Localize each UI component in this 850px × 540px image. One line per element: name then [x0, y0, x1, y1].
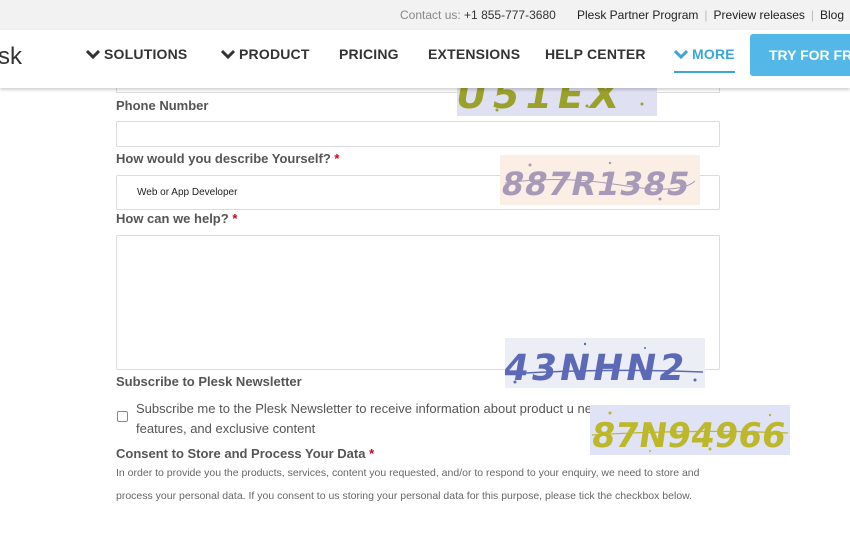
top-links: Plesk Partner Program | Preview releases | B…	[577, 8, 850, 22]
blog-link[interactable]: Blog	[820, 8, 844, 22]
consent-label: Consent to Store and Process Your Data *	[116, 446, 374, 461]
required-mark: *	[369, 446, 375, 461]
nav-solutions-label: SOLUTIONS	[104, 46, 188, 62]
captcha-image-4: 87N94966	[590, 405, 790, 455]
active-underline	[674, 71, 735, 73]
captcha-image-3: 43NHN2	[505, 338, 705, 388]
chevron-down-icon	[86, 49, 100, 59]
describe-yourself-label: How would you describe Yourself? *	[116, 151, 339, 166]
how-can-we-help-text: How can we help?	[116, 211, 229, 226]
required-mark: *	[334, 151, 340, 166]
contact-info: Contact us: +1 855-777-3680	[400, 8, 556, 22]
newsletter-label: Subscribe to Plesk Newsletter	[116, 374, 302, 389]
divider: |	[810, 8, 815, 22]
consent-label-text: Consent to Store and Process Your Data	[116, 446, 366, 461]
nav-help-center[interactable]: HELP CENTER	[545, 46, 646, 62]
how-can-we-help-label: How can we help? *	[116, 211, 237, 226]
phone-number-input[interactable]	[116, 121, 720, 147]
partner-program-link[interactable]: Plesk Partner Program	[577, 8, 698, 22]
newsletter-checkbox[interactable]	[117, 411, 128, 422]
plesk-logo[interactable]: sk	[0, 43, 22, 71]
newsletter-checkbox-text: Subscribe me to the Plesk Newsletter to …	[136, 401, 602, 436]
top-utility-bar: Contact us: +1 855-777-3680 Plesk Partne…	[0, 0, 850, 30]
nav-product-label: PRODUCT	[239, 46, 310, 62]
nav-extensions[interactable]: EXTENSIONS	[428, 46, 520, 62]
nav-pricing[interactable]: PRICING	[339, 46, 399, 62]
describe-yourself-value: Web or App Developer	[137, 187, 238, 198]
svg-text:887R1385: 887R1385	[500, 165, 694, 203]
main-navigation: sk SOLUTIONS PRODUCT PRICING EXTENSIONS …	[0, 30, 850, 88]
consent-description: In order to provide you the products, se…	[116, 467, 700, 502]
nav-product[interactable]: PRODUCT	[221, 46, 310, 62]
divider: |	[704, 8, 708, 22]
svg-text:87N94966: 87N94966	[590, 416, 788, 455]
nav-more[interactable]: MORE	[674, 46, 735, 73]
describe-yourself-text: How would you describe Yourself?	[116, 151, 331, 166]
contact-label: Contact us:	[400, 8, 461, 22]
try-for-free-button[interactable]: TRY FOR FRE	[750, 34, 850, 76]
preview-releases-link[interactable]: Preview releases	[714, 8, 805, 22]
required-mark: *	[232, 211, 238, 226]
phone-number-label: Phone Number	[116, 98, 209, 113]
chevron-down-icon	[221, 49, 235, 59]
chevron-down-icon	[674, 49, 688, 59]
captcha-image-2: 887R1385	[500, 155, 700, 205]
svg-text:43NHN2: 43NHN2	[505, 346, 691, 388]
nav-solutions[interactable]: SOLUTIONS	[86, 46, 187, 62]
nav-more-label: MORE	[692, 46, 735, 62]
phone-link[interactable]: +1 855-777-3680	[464, 8, 556, 22]
